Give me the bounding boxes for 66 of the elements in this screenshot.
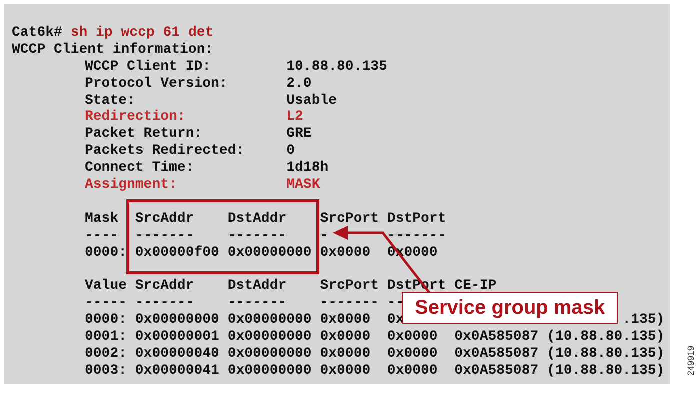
prompt: Cat6k# — [12, 25, 62, 41]
field-label: Packet Return: — [85, 126, 204, 144]
table-cell-text: 0x00000000 — [228, 346, 313, 363]
column-header: DstPort — [387, 210, 448, 228]
table-cell-text: 0x00000001 — [135, 329, 220, 346]
field-value: 2.0 — [286, 76, 312, 93]
table-cell-text: 0x0000 — [320, 312, 372, 330]
field-value: 0 — [286, 143, 296, 160]
column-header: Value — [85, 278, 128, 296]
header-rule: ------- — [387, 228, 448, 245]
field-value: 1d18h — [286, 160, 329, 178]
figure-id: 249919 — [686, 346, 696, 376]
table-cell-text: 0x0000 — [320, 329, 372, 346]
header-rule: ------- — [228, 228, 288, 245]
section-heading: WCCP Client information: — [12, 42, 214, 58]
header-rule: ---- — [85, 228, 120, 245]
column-header: SrcPort — [320, 210, 380, 228]
table-cell: 0x0A585087 (10.88.80.135) — [454, 346, 665, 363]
table-cell: 0x0A585087 (10.88.80.135) — [454, 329, 665, 346]
table-cell-text: .135) — [622, 312, 665, 330]
table-cell-text: 0000: — [85, 312, 128, 330]
table-cell-text: 0x00000041 — [135, 362, 220, 380]
header-rule: ----- — [85, 295, 128, 312]
table-cell-text: 0x0000 — [320, 362, 372, 380]
column-header: SrcAddr — [135, 278, 196, 296]
header-rule: ------- — [320, 295, 380, 312]
header-rule: - — [320, 228, 330, 245]
table-cell-text: 0x0000 — [387, 329, 439, 346]
callout-label: Service group mask — [402, 292, 618, 324]
field-value: L2 — [286, 109, 304, 126]
field-label: Redirection: — [85, 109, 187, 126]
column-header: SrcAddr — [135, 210, 196, 228]
header-rule: ------- — [135, 228, 196, 245]
table-cell-text: 0000: — [85, 244, 128, 262]
table-cell-text: 0x00000040 — [135, 346, 220, 363]
field-label: Packets Redirected: — [85, 143, 246, 160]
field-value: Usable — [286, 92, 338, 110]
header-rule: ------- — [135, 295, 196, 312]
table-cell: 0x0A585087 (10.88.80.135) — [454, 362, 665, 380]
table-cell-text: 0x0000 — [387, 362, 439, 380]
table-cell-text: 0x00000000 — [228, 329, 313, 346]
table-cell-text: 0x0000 — [387, 346, 439, 363]
header-rule: ------- — [228, 295, 288, 312]
table-cell-text: 0x00000000 — [228, 362, 313, 380]
table-cell-text: 0002: — [85, 346, 128, 363]
column-header: DstAddr — [228, 210, 288, 228]
field-label: State: — [85, 92, 136, 110]
table-cell-text: 0001: — [85, 329, 128, 346]
field-label: Connect Time: — [85, 160, 196, 178]
field-label: Assignment: — [85, 177, 178, 194]
table-cell-text: 0x0000 — [320, 346, 372, 363]
column-header: DstAddr — [228, 278, 288, 296]
table-cell-text: 0x00000000 — [228, 244, 313, 262]
column-header: SrcPort — [320, 278, 380, 296]
table-cell-text: 0x00000000 — [228, 312, 313, 330]
table-cell-text: 0x00000f00 — [135, 244, 220, 262]
field-label: Protocol Version: — [85, 76, 229, 93]
field-value: MASK — [286, 177, 320, 194]
field-value: 10.88.80.135 — [286, 58, 388, 76]
field-value: GRE — [286, 126, 312, 144]
command-text: sh ip wccp 61 det — [70, 25, 214, 41]
table-cell-text: 0003: — [85, 362, 128, 380]
column-header: Mask — [85, 210, 120, 228]
table-cell-text: 0x00000000 — [135, 312, 220, 330]
field-label: WCCP Client ID: — [85, 58, 212, 76]
table-cell-text: 0x0000 — [320, 244, 372, 262]
